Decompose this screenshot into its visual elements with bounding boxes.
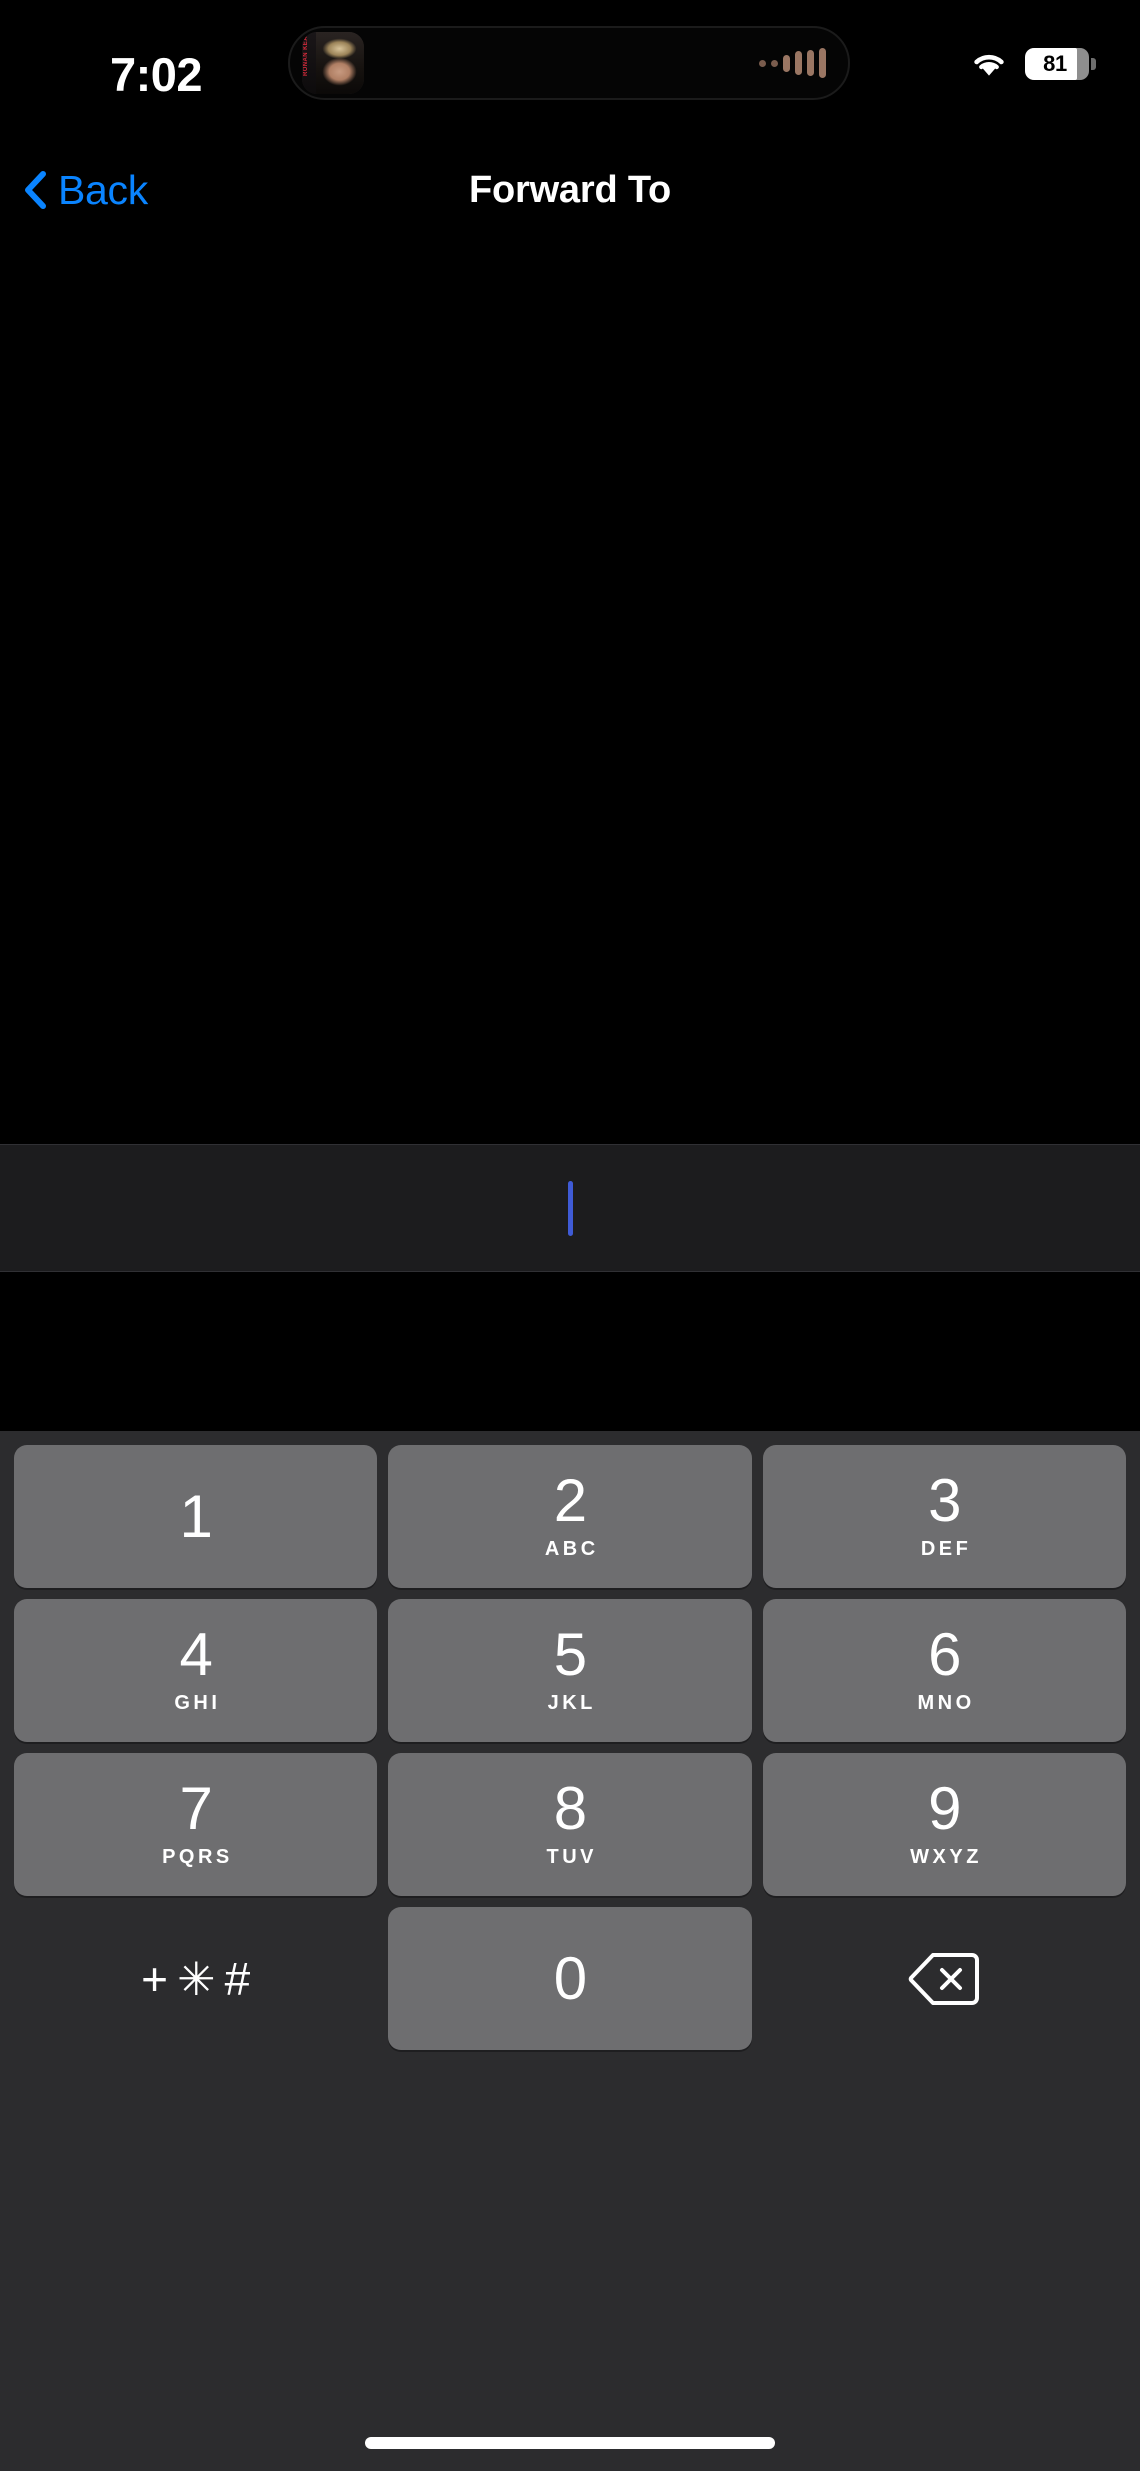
back-button-label: Back: [58, 166, 148, 213]
key-letters-label: MNO: [917, 1692, 975, 1715]
audio-waveform-icon: [759, 48, 826, 78]
keypad-rows: 1 2 ABC 3 DEF 4 GHI 5 JKL 6 MNO 7 PQRS 8…: [14, 1445, 1126, 2050]
content-area-bottom: [0, 1272, 1140, 1431]
text-caret: [567, 1180, 573, 1236]
album-art-title-text: RONAN KEATING: [303, 36, 309, 76]
waveform-bar: [795, 51, 802, 75]
key-letters-label: PQRS: [162, 1846, 233, 1869]
backspace-key[interactable]: [763, 1907, 1126, 2050]
forward-to-number-input[interactable]: [0, 1144, 1140, 1272]
status-bar-clock: 7:02: [110, 48, 203, 101]
key-digit-label: 7: [179, 1774, 212, 1842]
key-4[interactable]: 4 GHI: [14, 1599, 378, 1742]
wifi-icon: [974, 54, 1004, 76]
home-indicator-area: [0, 2278, 1140, 2471]
key-digit-label: 6: [928, 1620, 961, 1688]
key-digit-label: 8: [553, 1774, 587, 1842]
key-5[interactable]: 5 JKL: [388, 1599, 752, 1742]
key-digit-label: 0: [553, 1944, 587, 2012]
key-letters-label: JKL: [547, 1692, 596, 1715]
key-digit-label: 2: [553, 1466, 587, 1534]
keypad-row: 1 2 ABC 3 DEF: [14, 1445, 1126, 1588]
numeric-keypad: 1 2 ABC 3 DEF 4 GHI 5 JKL 6 MNO 7 PQRS 8…: [0, 1431, 1140, 2278]
key-letters-label: WXYZ: [910, 1846, 982, 1869]
key-0[interactable]: 0: [388, 1907, 752, 2050]
battery-percent-label: 81: [1043, 51, 1067, 76]
key-2[interactable]: 2 ABC: [388, 1445, 752, 1588]
phone-screen: 7:02 RONAN KEATING 81 Back Forward To 1 …: [0, 0, 1140, 2471]
key-digit-label: 1: [179, 1482, 212, 1550]
waveform-dot: [759, 59, 766, 67]
waveform-bar: [819, 48, 826, 78]
navigation-bar: Back Forward To: [0, 140, 1140, 240]
key-8[interactable]: 8 TUV: [388, 1753, 752, 1896]
back-button[interactable]: Back: [22, 167, 148, 214]
key-1[interactable]: 1: [14, 1445, 378, 1588]
content-area-top: [0, 240, 1140, 1144]
status-bar-indicators: 81: [970, 48, 1096, 80]
key-7[interactable]: 7 PQRS: [14, 1753, 378, 1896]
key-letters-label: ABC: [544, 1538, 599, 1561]
key-digit-label: 5: [553, 1620, 587, 1688]
key-digit-label: 4: [179, 1620, 212, 1688]
keypad-row: 4 GHI 5 JKL 6 MNO: [14, 1599, 1126, 1742]
key-letters-label: TUV: [546, 1846, 597, 1869]
key-9[interactable]: 9 WXYZ: [762, 1753, 1126, 1896]
key-letters-label: GHI: [174, 1692, 221, 1715]
battery-cap: [1091, 58, 1096, 70]
key-letters-label: DEF: [920, 1538, 972, 1561]
key-digit-label: 9: [928, 1774, 961, 1842]
home-indicator[interactable]: [365, 2437, 775, 2449]
keypad-row-bottom: +✳# 0: [14, 1907, 1126, 2050]
key-digit-label: 3: [928, 1466, 961, 1534]
waveform-dot: [771, 59, 778, 67]
now-playing-album-art[interactable]: RONAN KEATING: [302, 32, 364, 94]
key-3[interactable]: 3 DEF: [762, 1445, 1126, 1588]
plus-asterisk-hash-key[interactable]: +✳#: [14, 1907, 377, 2050]
album-art-photo: [315, 32, 364, 94]
backspace-delete-icon: [909, 1952, 980, 2005]
key-6[interactable]: 6 MNO: [762, 1599, 1126, 1742]
chevron-left-icon: [25, 171, 46, 209]
keypad-row: 7 PQRS 8 TUV 9 WXYZ: [14, 1753, 1126, 1896]
page-title: Forward To: [468, 168, 672, 211]
waveform-bar: [783, 54, 790, 72]
battery-indicator: 81: [1025, 48, 1096, 80]
dynamic-island[interactable]: RONAN KEATING: [288, 26, 850, 100]
waveform-bar: [807, 50, 814, 76]
plus-asterisk-hash-label: +✳#: [141, 1952, 260, 2005]
battery-body: 81: [1025, 48, 1089, 80]
status-bar: 7:02 RONAN KEATING 81: [0, 0, 1140, 140]
